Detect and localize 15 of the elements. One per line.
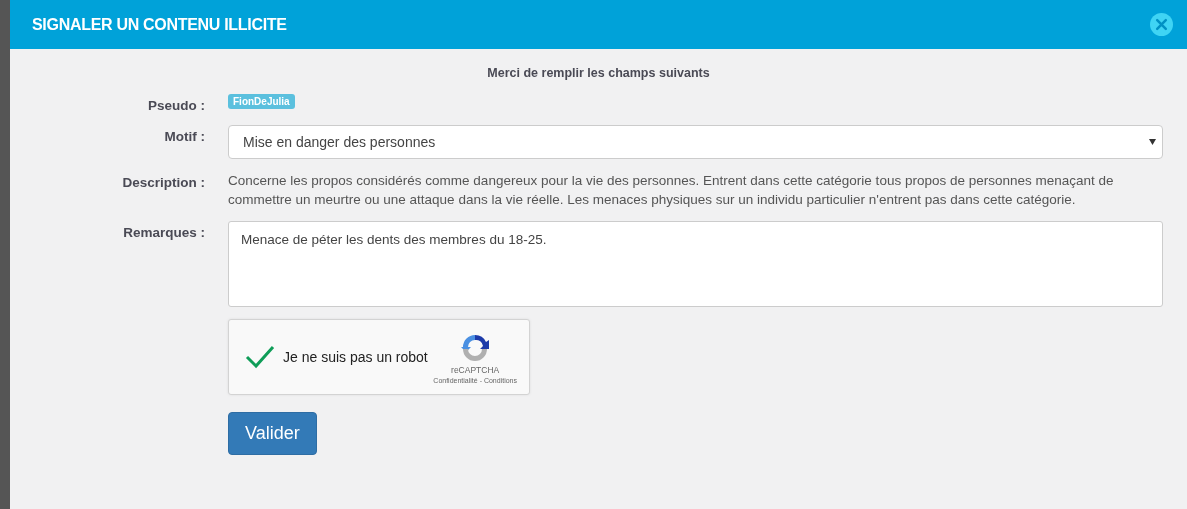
captcha-brand: reCAPTCHA <box>451 364 500 375</box>
field-label: Remarques : <box>123 224 205 240</box>
field-label: Description : <box>122 174 205 190</box>
close-icon[interactable] <box>1150 13 1173 36</box>
reason-dropdown[interactable]: Mise en danger des personnes <box>228 125 1163 159</box>
form-intro: Merci de remplir les champs suivants <box>486 66 711 80</box>
submit-button[interactable]: Valider <box>228 412 317 455</box>
caret-icon <box>1149 139 1156 145</box>
remarks-field[interactable]: Menace de péter les dents des membres du 18-25. <box>228 221 1163 307</box>
username-badge: FionDeJulia <box>228 94 295 109</box>
description-text: Concerne les propos considérés comme dangereux pour la vie des personnes. Entrent dans cette catégorie tous propos de personnes menaçant de commettre un meurtre ou une attaque dans la vie réelle. Les menaces physiques sur un individu particulier n'entrent pas dans cette catégorie. <box>228 172 1115 209</box>
dialog-title: SIGNALER UN CONTENU ILLICITE <box>32 15 287 34</box>
field-label: Motif : <box>164 128 205 144</box>
captcha-label: Je ne suis pas un robot <box>283 349 429 365</box>
field-label: Pseudo : <box>148 97 205 113</box>
